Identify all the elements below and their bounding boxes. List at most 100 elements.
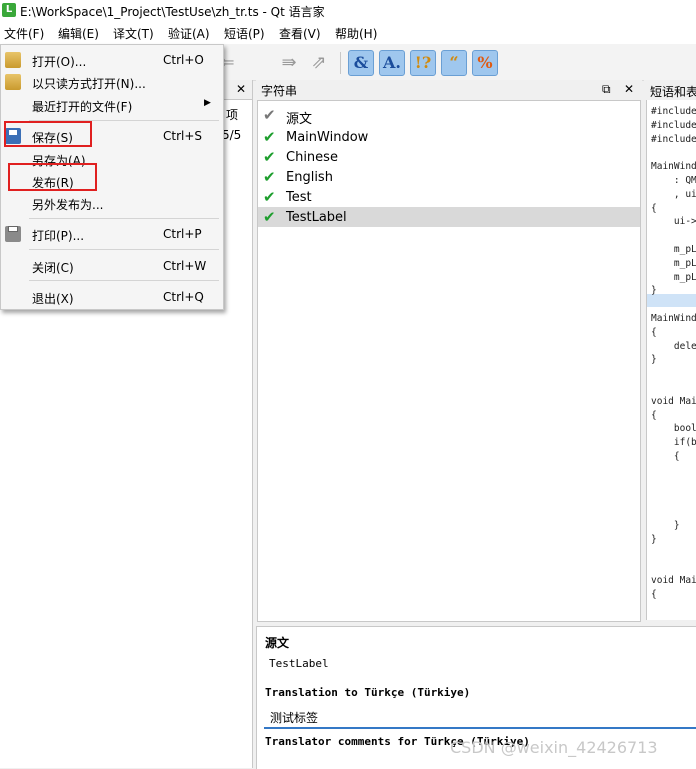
check-green-icon: ✔ (263, 128, 276, 146)
code-line: { (651, 326, 657, 338)
code-line: , ui (651, 188, 696, 200)
menu-view[interactable]: 查看(V) (279, 25, 321, 42)
source-heading: 源文 (265, 636, 290, 650)
code-line: #include (651, 119, 696, 131)
menu-bar: 文件(F) 编辑(E) 译文(T) 验证(A) 短语(P) 查看(V) 帮助(H… (0, 22, 696, 45)
phrase-match-check-icon[interactable]: !? (410, 50, 436, 76)
list-item-selected[interactable]: ✔ TestLabel (258, 207, 640, 227)
menu-item-open[interactable]: 打开(O)... Ctrl+O (1, 49, 223, 71)
menu-item-label: 打印(P)... (32, 229, 85, 243)
context-column-header: 项 (226, 108, 239, 122)
menu-help[interactable]: 帮助(H) (335, 25, 377, 42)
translation-heading: Translation to Türkçe (Türkiye) (265, 686, 471, 699)
highlight-box-save (4, 121, 92, 147)
list-item[interactable]: ✔ MainWindow (258, 127, 640, 147)
list-item[interactable]: ✔ Test (258, 187, 640, 207)
menu-edit[interactable]: 编辑(E) (58, 25, 99, 42)
menu-item-release-as[interactable]: 另外发布为... (1, 192, 223, 214)
code-line: } (651, 285, 657, 297)
code-line: dele (651, 340, 696, 352)
watermark: CSDN @weixin_42426713 (450, 738, 658, 757)
code-line: ui-> (651, 216, 696, 228)
code-line: void Mai (651, 395, 696, 407)
strings-list[interactable]: ✔ 源文 ✔ MainWindow ✔ Chinese ✔ English ✔ … (257, 100, 641, 622)
check-green-icon: ✔ (263, 148, 276, 166)
translation-input[interactable]: 测试标签 (264, 705, 696, 729)
menu-item-exit[interactable]: 退出(X) Ctrl+Q (1, 286, 223, 308)
menu-separator (29, 280, 219, 281)
check-green-icon: ✔ (263, 188, 276, 206)
close-icon[interactable]: ✕ (624, 81, 634, 97)
menu-item-label: 打开(O)... (32, 55, 87, 69)
list-header-row[interactable]: ✔ 源文 (258, 105, 640, 127)
linguist-app-icon: L (2, 3, 16, 17)
menu-item-shortcut: Ctrl+P (163, 227, 202, 241)
menu-item-open-readonly[interactable]: 以只读方式打开(N)... (1, 71, 223, 93)
done-next-icon[interactable]: ⇗ (306, 50, 332, 76)
menu-item-print[interactable]: 打印(P)... Ctrl+P (1, 223, 223, 245)
code-line: #include (651, 106, 696, 117)
close-icon[interactable]: ✕ (236, 81, 246, 97)
code-line: m_pL (651, 257, 696, 269)
menu-validation[interactable]: 验证(A) (168, 25, 210, 42)
accelerator-check-icon[interactable]: & (348, 50, 374, 76)
code-line: void Mai (651, 575, 696, 587)
menu-item-close[interactable]: 关闭(C) Ctrl+W (1, 255, 223, 277)
redo-icon[interactable]: ⇛ (276, 50, 302, 76)
sources-dock-title: 短语和表 (650, 85, 696, 99)
highlight-box-release (8, 163, 97, 191)
list-item-label: Test (286, 190, 312, 205)
strings-dock-title: 字符串 (261, 84, 298, 98)
file-menu-dropdown: 打开(O)... Ctrl+O 以只读方式打开(N)... 最近打开的文件(F)… (0, 44, 224, 310)
menu-item-shortcut: Ctrl+Q (163, 290, 204, 304)
menu-separator (29, 249, 219, 250)
code-line: { (651, 409, 657, 421)
submenu-arrow-icon: ▶ (204, 98, 211, 108)
source-code-view[interactable]: #include #include #include MainWind : QM , … (646, 100, 696, 620)
code-line: } (651, 533, 657, 545)
ending-punctuation-check-icon[interactable]: A. (379, 50, 405, 76)
folder-open-icon (5, 52, 21, 68)
placemarker-check-icon[interactable]: % (472, 50, 498, 76)
code-line: { (651, 451, 680, 462)
code-line: : QM (651, 175, 696, 186)
menu-translation[interactable]: 译文(T) (113, 25, 154, 42)
menu-item-shortcut: Ctrl+W (163, 259, 207, 273)
list-item-label: 源文 (286, 112, 313, 127)
list-item-label: English (286, 170, 333, 185)
list-item[interactable]: ✔ Chinese (258, 147, 640, 167)
title-bar: L E:\WorkSpace\1_Project\TestUse\zh_tr.t… (0, 0, 696, 22)
toolbar-separator (340, 52, 341, 74)
sources-dock: 短语和表 #include #include #include MainWind : … (644, 80, 696, 624)
code-line: bool (651, 423, 696, 435)
list-item[interactable]: ✔ English (258, 167, 640, 187)
window-title: E:\WorkSpace\1_Project\TestUse\zh_tr.ts … (20, 5, 325, 19)
check-green-icon: ✔ (263, 168, 276, 186)
menu-separator (29, 218, 219, 219)
menu-item-label: 以只读方式打开(N)... (32, 77, 146, 91)
menu-file[interactable]: 文件(F) (4, 25, 44, 42)
float-icon[interactable]: ⧉ (602, 81, 611, 97)
check-gray-icon: ✔ (263, 106, 276, 124)
code-line: #include (651, 133, 696, 145)
translation-text: 测试标签 (270, 711, 319, 725)
code-line: if(b (651, 437, 696, 449)
list-item-label: Chinese (286, 150, 338, 165)
menu-item-shortcut: Ctrl+S (163, 129, 203, 143)
menu-item-label: 最近打开的文件(F) (32, 100, 133, 114)
code-line: { (651, 589, 657, 600)
print-icon (5, 226, 21, 242)
menu-item-shortcut: Ctrl+O (163, 53, 204, 67)
code-line: } (651, 354, 657, 366)
strings-dock-header: 字符串 ⧉ ✕ (256, 80, 642, 99)
quotes-check-icon[interactable]: “ (441, 50, 467, 76)
menu-item-recent-files[interactable]: 最近打开的文件(F) ▶ (1, 94, 223, 116)
menu-phrases[interactable]: 短语(P) (224, 25, 265, 42)
menu-item-label: 退出(X) (32, 292, 74, 306)
menu-item-label: 关闭(C) (32, 261, 74, 275)
source-text: TestLabel (269, 657, 329, 670)
check-green-icon: ✔ (263, 208, 276, 226)
list-item-label: TestLabel (286, 210, 347, 225)
list-item-label: MainWindow (286, 130, 369, 145)
code-line: MainWind (651, 313, 696, 324)
